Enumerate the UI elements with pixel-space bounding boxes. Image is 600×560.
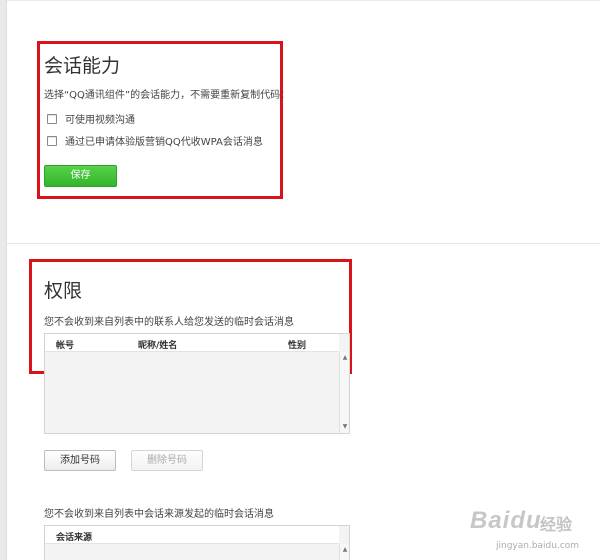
- option-wpa-messages[interactable]: 通过已申请体验版营销QQ代收WPA会话消息: [47, 133, 263, 148]
- permission-section-title: 权限: [44, 280, 83, 302]
- baidu-jingyan-watermark: Baidu 经验 jingyan.baidu.com: [470, 505, 598, 557]
- section-divider: [7, 243, 600, 244]
- video-chat-checkbox[interactable]: [47, 113, 57, 124]
- top-border: [7, 0, 600, 1]
- delete-number-button[interactable]: 删除号码: [131, 450, 203, 471]
- column-gender: 性别: [288, 341, 307, 351]
- option-video-chat[interactable]: 可使用视频沟通: [47, 111, 135, 126]
- wpa-messages-label: 通过已申请体验版营销QQ代收WPA会话消息: [65, 137, 263, 148]
- source-table: 会话来源 ▲: [44, 525, 350, 560]
- left-edge-strip: [0, 0, 7, 560]
- scroll-down-icon[interactable]: ▼: [341, 423, 349, 431]
- watermark-text: 经验: [540, 515, 573, 534]
- wpa-messages-checkbox[interactable]: [47, 135, 57, 146]
- video-chat-label: 可使用视频沟通: [65, 115, 135, 126]
- contacts-table-scrollbar[interactable]: ▲ ▼: [339, 352, 349, 433]
- watermark-url: jingyan.baidu.com: [496, 541, 580, 551]
- contacts-table: 帐号 昵称/姓名 性别 ▲ ▼: [44, 333, 350, 434]
- contacts-table-header: 帐号 昵称/姓名 性别: [45, 334, 339, 352]
- save-button[interactable]: 保存: [44, 165, 117, 187]
- session-section-title: 会话能力: [44, 55, 121, 77]
- source-description: 您不会收到来自列表中会话来源发起的临时会话消息: [44, 509, 274, 520]
- add-number-button[interactable]: 添加号码: [44, 450, 116, 471]
- source-table-header: 会话来源: [45, 526, 339, 544]
- source-table-scrollbar[interactable]: ▲: [339, 544, 349, 560]
- column-account: 帐号: [56, 341, 75, 351]
- column-session-source: 会话来源: [56, 533, 93, 543]
- session-description: 选择“QQ通讯组件”的会话能力，不需要重新复制代码：: [44, 90, 291, 101]
- contacts-description: 您不会收到来自列表中的联系人给您发送的临时会话消息: [44, 317, 294, 328]
- scroll-up-icon[interactable]: ▲: [341, 546, 349, 554]
- watermark-logo: Baidu: [470, 507, 542, 534]
- scroll-up-icon[interactable]: ▲: [341, 354, 349, 362]
- column-nickname: 昵称/姓名: [138, 341, 178, 351]
